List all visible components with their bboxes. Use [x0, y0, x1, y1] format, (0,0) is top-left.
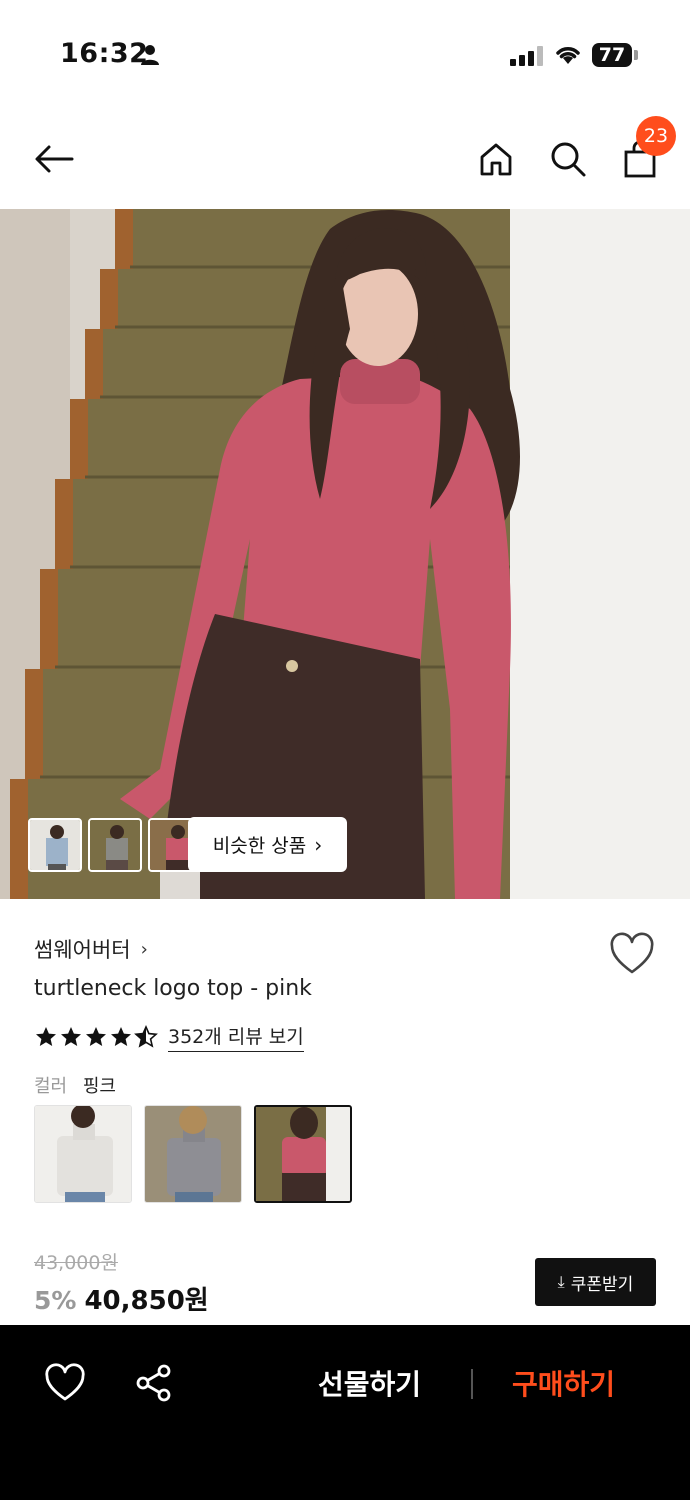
download-icon: ⤓ [557, 1272, 565, 1291]
star-icon [86, 1027, 106, 1046]
share-icon[interactable] [134, 1363, 174, 1403]
wifi-icon [556, 47, 580, 64]
chevron-right-icon: › [314, 832, 323, 857]
search-icon [551, 142, 586, 177]
thumbnail-1[interactable] [28, 818, 82, 872]
chevron-right-icon: › [140, 938, 148, 960]
status-bar: 16:32 77 [0, 0, 690, 110]
home-button[interactable] [472, 135, 520, 183]
thumbnail-strip [28, 818, 202, 872]
price-row: 5% 40,850원 [34, 1280, 209, 1317]
brand-link[interactable]: 썸웨어버터 › [34, 934, 148, 964]
buy-button[interactable]: 구매하기 [512, 1363, 615, 1403]
color-label: 컬러 [34, 1076, 68, 1097]
battery-tip [634, 50, 638, 60]
divider [471, 1369, 473, 1399]
color-swatch-ivory[interactable] [34, 1105, 132, 1203]
product-image[interactable] [0, 209, 690, 899]
product-photo [0, 209, 690, 899]
star-icon [111, 1027, 131, 1046]
back-button[interactable] [30, 135, 78, 183]
color-swatches [34, 1105, 352, 1203]
top-nav [0, 115, 690, 205]
arrow-left-icon [35, 145, 74, 173]
color-row: 컬러 핑크 [34, 1072, 116, 1098]
person-icon [141, 45, 159, 65]
coupon-button[interactable]: ⤓ 쿠폰받기 [535, 1258, 656, 1306]
review-link[interactable]: 352개 리뷰 보기 [168, 1022, 304, 1052]
rating-stars [34, 1025, 158, 1049]
color-swatch-pink[interactable] [254, 1105, 352, 1203]
cart-count-badge: 23 [636, 116, 676, 156]
discount-rate: 5% [34, 1286, 77, 1315]
thumbnail-2[interactable] [88, 818, 142, 872]
sale-price: 40,850원 [84, 1286, 209, 1316]
search-button[interactable] [544, 135, 592, 183]
coupon-label: 쿠폰받기 [570, 1274, 634, 1295]
color-value: 핑크 [82, 1076, 116, 1097]
signal-icon [510, 46, 543, 66]
heart-icon[interactable] [44, 1363, 86, 1403]
brand-name: 썸웨어버터 [34, 938, 131, 962]
battery-indicator: 77 [592, 43, 632, 67]
half-star-icon [134, 1025, 158, 1048]
similar-products-button[interactable]: 비슷한 상품 › [188, 817, 347, 872]
rating-row: 352개 리뷰 보기 [34, 1022, 304, 1052]
star-icon [36, 1027, 56, 1046]
bottom-action-bar: 선물하기 구매하기 [0, 1325, 690, 1500]
similar-products-label: 비슷한 상품 [212, 835, 307, 857]
color-swatch-grey[interactable] [144, 1105, 242, 1203]
original-price: 43,000원 [34, 1252, 118, 1274]
home-icon [480, 143, 512, 176]
gift-button[interactable]: 선물하기 [318, 1363, 421, 1403]
star-icon [61, 1027, 81, 1046]
status-time: 16:32 [60, 38, 149, 69]
heart-icon[interactable] [608, 932, 656, 976]
product-name: turtleneck logo top - pink [34, 976, 312, 1001]
